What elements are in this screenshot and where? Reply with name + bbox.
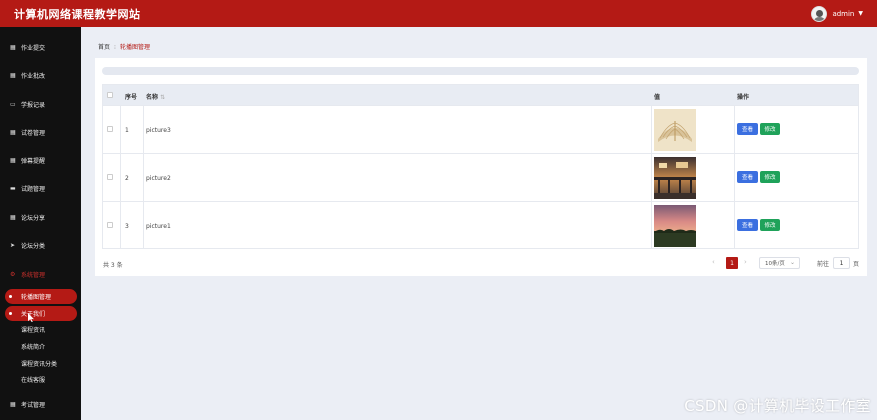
grid-icon: ▦	[10, 156, 16, 164]
header-index: 序号	[125, 94, 138, 101]
caret-down-icon[interactable]: ▼	[858, 10, 863, 17]
monitor-icon: ▭	[10, 100, 16, 108]
gear-icon: ⚙	[10, 270, 16, 278]
select-all-checkbox[interactable]	[107, 92, 113, 98]
username[interactable]: admin	[832, 10, 854, 18]
row-index: 2	[125, 175, 129, 182]
sidebar-item-forum-category[interactable]: ➤ 论坛分类	[0, 237, 81, 253]
sunset-image[interactable]	[654, 205, 696, 247]
grid-icon: ▦	[10, 71, 16, 79]
row-checkbox[interactable]	[107, 126, 113, 132]
grid-icon: ▦	[10, 400, 16, 408]
table-row: 1 picture3 查看 修改	[103, 105, 858, 153]
search-bar	[102, 67, 859, 75]
bullet-icon	[9, 295, 12, 298]
table-header: 序号 名称 ⇅ 值 操作	[103, 85, 858, 105]
sidebar-item-homework-grade[interactable]: ▦ 作业批改	[0, 67, 81, 83]
sidebar-item-paper-manage[interactable]: ▦ 试卷管理	[0, 124, 81, 140]
carousel-table: 序号 名称 ⇅ 值 操作 1 picture3 查看 修改 2 picture2	[102, 84, 859, 249]
watermark: CSDN @计算机毕设工作室	[684, 397, 871, 415]
sidebar-item-exam-manage[interactable]: ▦ 考试管理	[0, 396, 81, 412]
sidebar-item-study-record[interactable]: ▭ 学报记录	[0, 96, 81, 112]
row-checkbox[interactable]	[107, 222, 113, 228]
user-menu[interactable]: admin ▼	[811, 4, 863, 23]
sidebar-subitem-course-news[interactable]: 课程资讯	[21, 323, 45, 335]
grid-icon: ▦	[10, 128, 16, 136]
book-image[interactable]	[654, 109, 696, 151]
bullet-icon	[9, 312, 12, 315]
goto-page-input[interactable]: 1	[833, 257, 850, 269]
sidebar-subitem-carousel[interactable]: 轮播图管理	[5, 289, 77, 304]
view-button[interactable]: 查看	[737, 219, 758, 231]
send-icon: ➤	[10, 241, 16, 249]
avatar[interactable]	[811, 5, 828, 22]
view-button[interactable]: 查看	[737, 123, 758, 135]
chevron-down-icon: ⌄	[789, 259, 795, 266]
row-name: picture3	[146, 127, 171, 134]
breadcrumb-separator: ⁝	[114, 44, 116, 51]
view-button[interactable]: 查看	[737, 171, 758, 183]
app-title: 计算机网络课程教学网站	[14, 8, 141, 21]
sidebar-item-forum-share[interactable]: ▦ 论坛分享	[0, 209, 81, 225]
table-row: 3 picture1 查看 修改	[103, 201, 858, 249]
prev-page-icon[interactable]: ‹	[712, 258, 715, 266]
sidebar-item-system-manage[interactable]: ⚙ 系统管理	[0, 266, 81, 282]
page-size-select[interactable]: 10条/页 ⌄	[759, 257, 800, 269]
row-index: 1	[125, 127, 129, 134]
grid-icon: ▦	[10, 43, 16, 51]
sidebar-subitem-online-service[interactable]: 在线客服	[21, 373, 45, 385]
row-index: 3	[125, 223, 129, 230]
sidebar-subitem-news-category[interactable]: 课程资讯分类	[21, 357, 57, 369]
header-name[interactable]: 名称 ⇅	[146, 92, 165, 101]
next-page-icon[interactable]: ›	[744, 258, 747, 266]
breadcrumb: 首页 ⁝ 轮播图管理	[98, 42, 150, 51]
row-name: picture1	[146, 223, 171, 230]
top-header: 计算机网络课程教学网站 admin ▼	[0, 0, 877, 27]
goto-label: 前往	[817, 261, 830, 268]
sidebar-subitem-system-intro[interactable]: 系统简介	[21, 340, 45, 352]
goto-suffix: 页	[853, 261, 860, 268]
total-count: 共 3 条	[103, 262, 123, 269]
table-row: 2 picture2 查看 修改	[103, 153, 858, 201]
row-checkbox[interactable]	[107, 174, 113, 180]
edit-button[interactable]: 修改	[760, 219, 780, 231]
sidebar-item-danmu[interactable]: ▦ 弹幕提醒	[0, 152, 81, 168]
row-name: picture2	[146, 175, 171, 182]
sidebar-item-question-manage[interactable]: ▬ 试题管理	[0, 180, 81, 196]
sort-icon[interactable]: ⇅	[160, 94, 165, 101]
breadcrumb-home[interactable]: 首页	[98, 44, 110, 51]
page-number-current[interactable]: 1	[726, 257, 738, 269]
grid-icon: ▦	[10, 213, 16, 221]
sidebar: ▦ 作业提交 ▦ 作业批改 ▭ 学报记录 ▦ 试卷管理 ▦ 弹幕提醒 ▬ 试题管理 ▦ 论坛分…	[0, 27, 81, 420]
sidebar-subitem-about[interactable]: 关于我们	[5, 306, 77, 321]
bridge-image[interactable]	[654, 157, 696, 199]
header-value: 值	[654, 94, 661, 101]
header-actions: 操作	[737, 94, 750, 101]
sidebar-item-homework-submit[interactable]: ▦ 作业提交	[0, 39, 81, 55]
edit-button[interactable]: 修改	[760, 123, 780, 135]
lock-icon: ▬	[10, 184, 16, 192]
edit-button[interactable]: 修改	[760, 171, 780, 183]
breadcrumb-current: 轮播图管理	[119, 44, 150, 51]
